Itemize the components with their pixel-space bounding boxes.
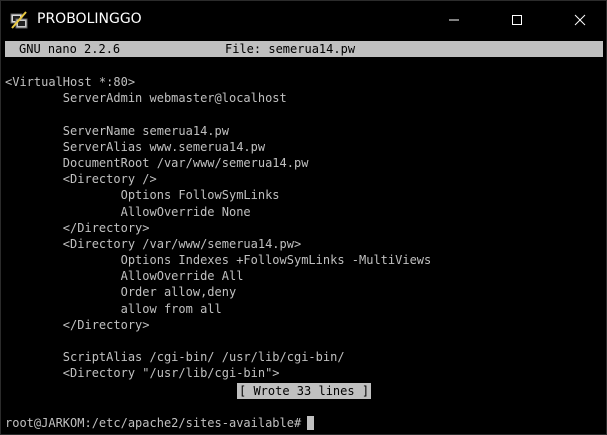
nano-header-bar: GNU nano 2.2.6 File: semerua14.pw	[5, 41, 603, 57]
code-line: allow from all	[5, 301, 222, 316]
code-line: ScriptAlias /cgi-bin/ /usr/lib/cgi-bin/	[5, 350, 345, 365]
code-line: ServerName semerua14.pw	[5, 123, 229, 138]
code-line: <VirtualHost *:80>	[5, 75, 136, 89]
code-line: DocumentRoot /var/www/semerua14.pw	[5, 155, 309, 170]
code-line: <Directory />	[5, 172, 157, 187]
maximize-icon	[512, 15, 522, 25]
code-line: Options FollowSymLinks	[5, 188, 280, 203]
code-line: </Directory>	[5, 317, 150, 332]
code-line: <Directory /var/www/semerua14.pw>	[5, 236, 302, 251]
maximize-button[interactable]	[494, 1, 540, 39]
code-line: </Directory>	[5, 220, 150, 235]
putty-icon[interactable]	[9, 10, 29, 30]
code-line: AllowOverride All	[5, 269, 244, 284]
terminal-area[interactable]: GNU nano 2.2.6 File: semerua14.pw <Virtu…	[5, 39, 605, 433]
text-cursor	[307, 416, 315, 430]
close-icon	[574, 14, 586, 26]
shell-prompt-line[interactable]: root@JARKOM:/etc/apache2/sites-available…	[5, 415, 315, 431]
status-message: [ Wrote 33 lines ]	[237, 383, 372, 399]
code-line: Order allow,deny	[5, 285, 237, 300]
window-title: PROBOLINGGO	[37, 11, 142, 27]
code-line: <Directory "/usr/lib/cgi-bin">	[5, 366, 280, 381]
terminal-window: PROBOLINGGO GNU nano 2.2.6 File: semerua…	[0, 0, 607, 435]
code-line: ServerAdmin webmaster@localhost	[5, 91, 287, 106]
code-line: AllowOverride None	[5, 204, 251, 219]
nano-version: GNU nano 2.2.6	[19, 42, 121, 56]
close-button[interactable]	[557, 1, 603, 39]
minimize-button[interactable]	[431, 1, 477, 39]
code-line: Options Indexes +FollowSymLinks -MultiVi…	[5, 253, 432, 268]
nano-file-label: File: semerua14.pw	[225, 42, 356, 56]
minimize-icon	[449, 19, 459, 21]
code-line: ServerAlias www.semerua14.pw	[5, 139, 266, 154]
file-content[interactable]: <VirtualHost *:80> ServerAdmin webmaster…	[5, 74, 603, 382]
title-bar[interactable]: PROBOLINGGO	[1, 1, 606, 39]
shell-prompt: root@JARKOM:/etc/apache2/sites-available…	[5, 416, 302, 430]
